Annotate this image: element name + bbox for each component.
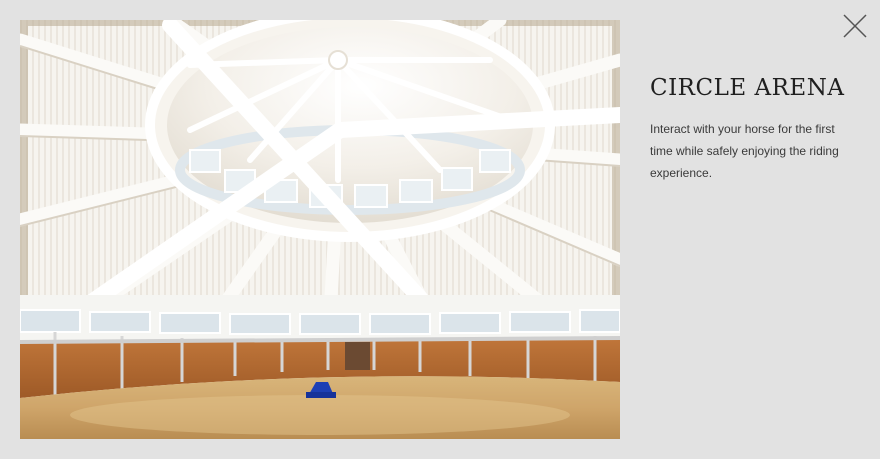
close-icon: [843, 14, 867, 38]
arena-photo: [20, 20, 620, 439]
info-panel: CIRCLE ARENA Interact with your horse fo…: [650, 72, 850, 184]
arena-description: Interact with your horse for the first t…: [650, 122, 839, 180]
arena-title: CIRCLE ARENA: [650, 75, 845, 101]
gallery-modal: CIRCLE ARENA Interact with your horse fo…: [0, 0, 880, 459]
close-button[interactable]: [841, 12, 869, 40]
